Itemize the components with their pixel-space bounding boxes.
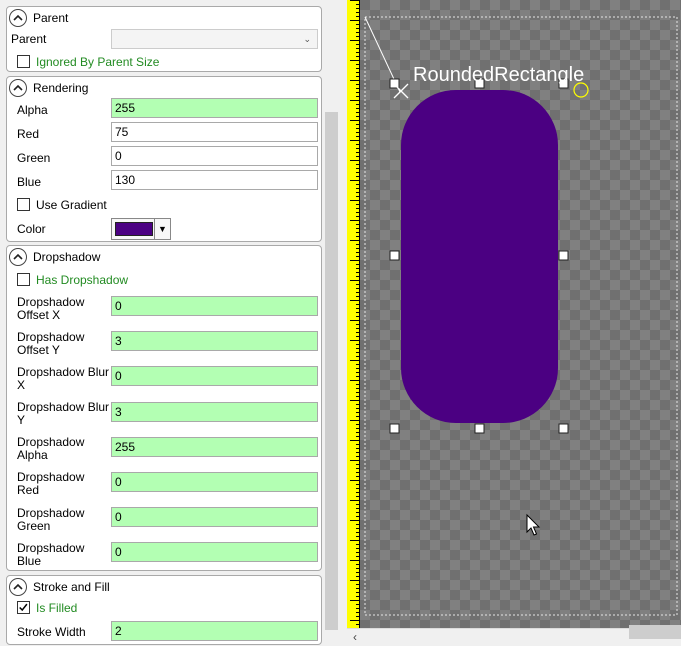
has-dropshadow-label: Has Dropshadow xyxy=(36,273,129,287)
dropshadow-offset-x-label: Dropshadow Offset X xyxy=(17,296,84,322)
hscroll-thumb[interactable] xyxy=(629,625,681,639)
chevron-down-icon: ⌄ xyxy=(303,34,311,44)
label-line: Dropshadow Blur xyxy=(17,400,110,414)
dropshadow-alpha-label: Dropshadow Alpha xyxy=(17,436,84,462)
color-picker[interactable]: ▼ xyxy=(111,218,171,240)
handle-bottom-right[interactable] xyxy=(558,423,569,434)
ignored-by-parent-size-checkbox[interactable] xyxy=(17,55,30,68)
handle-bottom-middle[interactable] xyxy=(474,423,485,434)
dropshadow-green-field[interactable]: 0 xyxy=(111,507,318,527)
alpha-label: Alpha xyxy=(17,103,48,117)
green-field[interactable]: 0 xyxy=(111,146,318,166)
color-label: Color xyxy=(17,222,46,236)
label-line: Dropshadow xyxy=(17,330,85,344)
rounded-rectangle-shape[interactable] xyxy=(401,90,558,423)
dropshadow-blur-y-field[interactable]: 3 xyxy=(111,402,318,422)
label-line: Dropshadow Blur xyxy=(17,365,110,379)
section-rendering-header[interactable]: Rendering xyxy=(9,79,88,97)
handle-top-left[interactable] xyxy=(389,78,400,89)
dropshadow-blur-x-field[interactable]: 0 xyxy=(111,366,318,386)
panel-scrollbar[interactable] xyxy=(322,0,341,646)
vertical-ruler xyxy=(347,0,360,628)
label-line: Blue xyxy=(17,554,42,568)
dropshadow-blue-label: Dropshadow Blue xyxy=(17,542,84,568)
use-gradient-checkbox[interactable] xyxy=(17,198,30,211)
dropshadow-green-label: Dropshadow Green xyxy=(17,507,84,533)
label-line: Alpha xyxy=(17,448,48,462)
section-title: Dropshadow xyxy=(33,250,101,264)
label-line: Red xyxy=(17,483,40,497)
handle-bottom-left[interactable] xyxy=(389,423,400,434)
label-line: Offset X xyxy=(17,308,61,322)
object-name-label: RoundedRectangle xyxy=(413,64,584,86)
close-x-icon[interactable] xyxy=(393,83,409,99)
label-line: Dropshadow xyxy=(17,295,85,309)
label-line: Y xyxy=(17,413,26,427)
canvas-svg: RoundedRectangle xyxy=(364,16,678,616)
label-line: Dropshadow xyxy=(17,435,85,449)
chevron-up-icon[interactable] xyxy=(9,79,27,97)
parent-select[interactable]: ⌄ xyxy=(111,29,318,49)
section-title: Rendering xyxy=(33,81,89,95)
handle-middle-right[interactable] xyxy=(558,250,569,261)
parent-label: Parent xyxy=(11,32,47,46)
section-parent: Parent Parent ⌄ Ignored By Parent Size xyxy=(6,6,322,72)
is-filled-checkbox[interactable] xyxy=(17,601,30,614)
dropshadow-red-field[interactable]: 0 xyxy=(111,472,318,492)
mouse-cursor-icon xyxy=(526,513,541,536)
ignored-by-parent-size-label: Ignored By Parent Size xyxy=(36,55,160,69)
dropshadow-red-label: Dropshadow Red xyxy=(17,471,84,497)
section-stroke-and-fill: Stroke and Fill Is Filled Stroke Width 2 xyxy=(6,575,322,645)
scrollbar-thumb[interactable] xyxy=(325,112,338,630)
properties-panel: Parent Parent ⌄ Ignored By Parent Size R… xyxy=(0,0,322,646)
color-swatch xyxy=(115,222,153,236)
section-rendering: Rendering Alpha 255 Red 75 Green 0 Blue … xyxy=(6,76,322,242)
green-label: Green xyxy=(17,151,51,165)
dropshadow-alpha-field[interactable]: 255 xyxy=(111,437,318,457)
section-stroke-header[interactable]: Stroke and Fill xyxy=(9,578,110,596)
dropshadow-offset-x-field[interactable]: 0 xyxy=(111,296,318,316)
blue-field[interactable]: 130 xyxy=(111,170,318,190)
section-dropshadow: Dropshadow Has Dropshadow Dropshadow Offs… xyxy=(6,245,322,571)
stroke-width-field[interactable]: 2 xyxy=(111,621,318,641)
dropshadow-blur-y-label: Dropshadow Blur Y xyxy=(17,401,109,427)
label-line: Dropshadow xyxy=(17,470,85,484)
label-line: X xyxy=(17,378,26,392)
dropshadow-blue-field[interactable]: 0 xyxy=(111,542,318,562)
label-line: Offset Y xyxy=(17,343,60,357)
blue-label: Blue xyxy=(17,175,42,189)
dropshadow-blur-x-label: Dropshadow Blur X xyxy=(17,366,109,392)
chevron-up-icon[interactable] xyxy=(9,578,27,596)
label-line: Dropshadow xyxy=(17,541,85,555)
dropshadow-offset-y-label: Dropshadow Offset Y xyxy=(17,331,84,357)
chevron-down-icon[interactable]: ▼ xyxy=(154,219,170,239)
section-title: Parent xyxy=(33,11,69,25)
dropshadow-offset-y-field[interactable]: 3 xyxy=(111,331,318,351)
red-label: Red xyxy=(17,127,40,141)
has-dropshadow-checkbox[interactable] xyxy=(17,273,30,286)
checkmark-icon xyxy=(19,603,28,612)
stroke-width-label: Stroke Width xyxy=(17,625,86,639)
red-field[interactable]: 75 xyxy=(111,122,318,142)
label-line: Green xyxy=(17,519,51,533)
canvas-horizontal-scrollbar[interactable]: ‹ xyxy=(347,625,681,646)
is-filled-label: Is Filled xyxy=(36,601,78,615)
section-dropshadow-header[interactable]: Dropshadow xyxy=(9,248,100,266)
ruler-ticks xyxy=(350,0,360,625)
chevron-left-icon[interactable]: ‹ xyxy=(353,630,357,644)
use-gradient-label: Use Gradient xyxy=(36,198,107,212)
chevron-up-icon[interactable] xyxy=(9,248,27,266)
label-line: Dropshadow xyxy=(17,506,85,520)
handle-middle-left[interactable] xyxy=(389,250,400,261)
section-parent-header[interactable]: Parent xyxy=(9,9,68,27)
design-canvas[interactable]: RoundedRectangle xyxy=(360,0,681,628)
chevron-up-icon[interactable] xyxy=(9,9,27,27)
alpha-field[interactable]: 255 xyxy=(111,98,318,118)
section-title: Stroke and Fill xyxy=(33,580,110,594)
